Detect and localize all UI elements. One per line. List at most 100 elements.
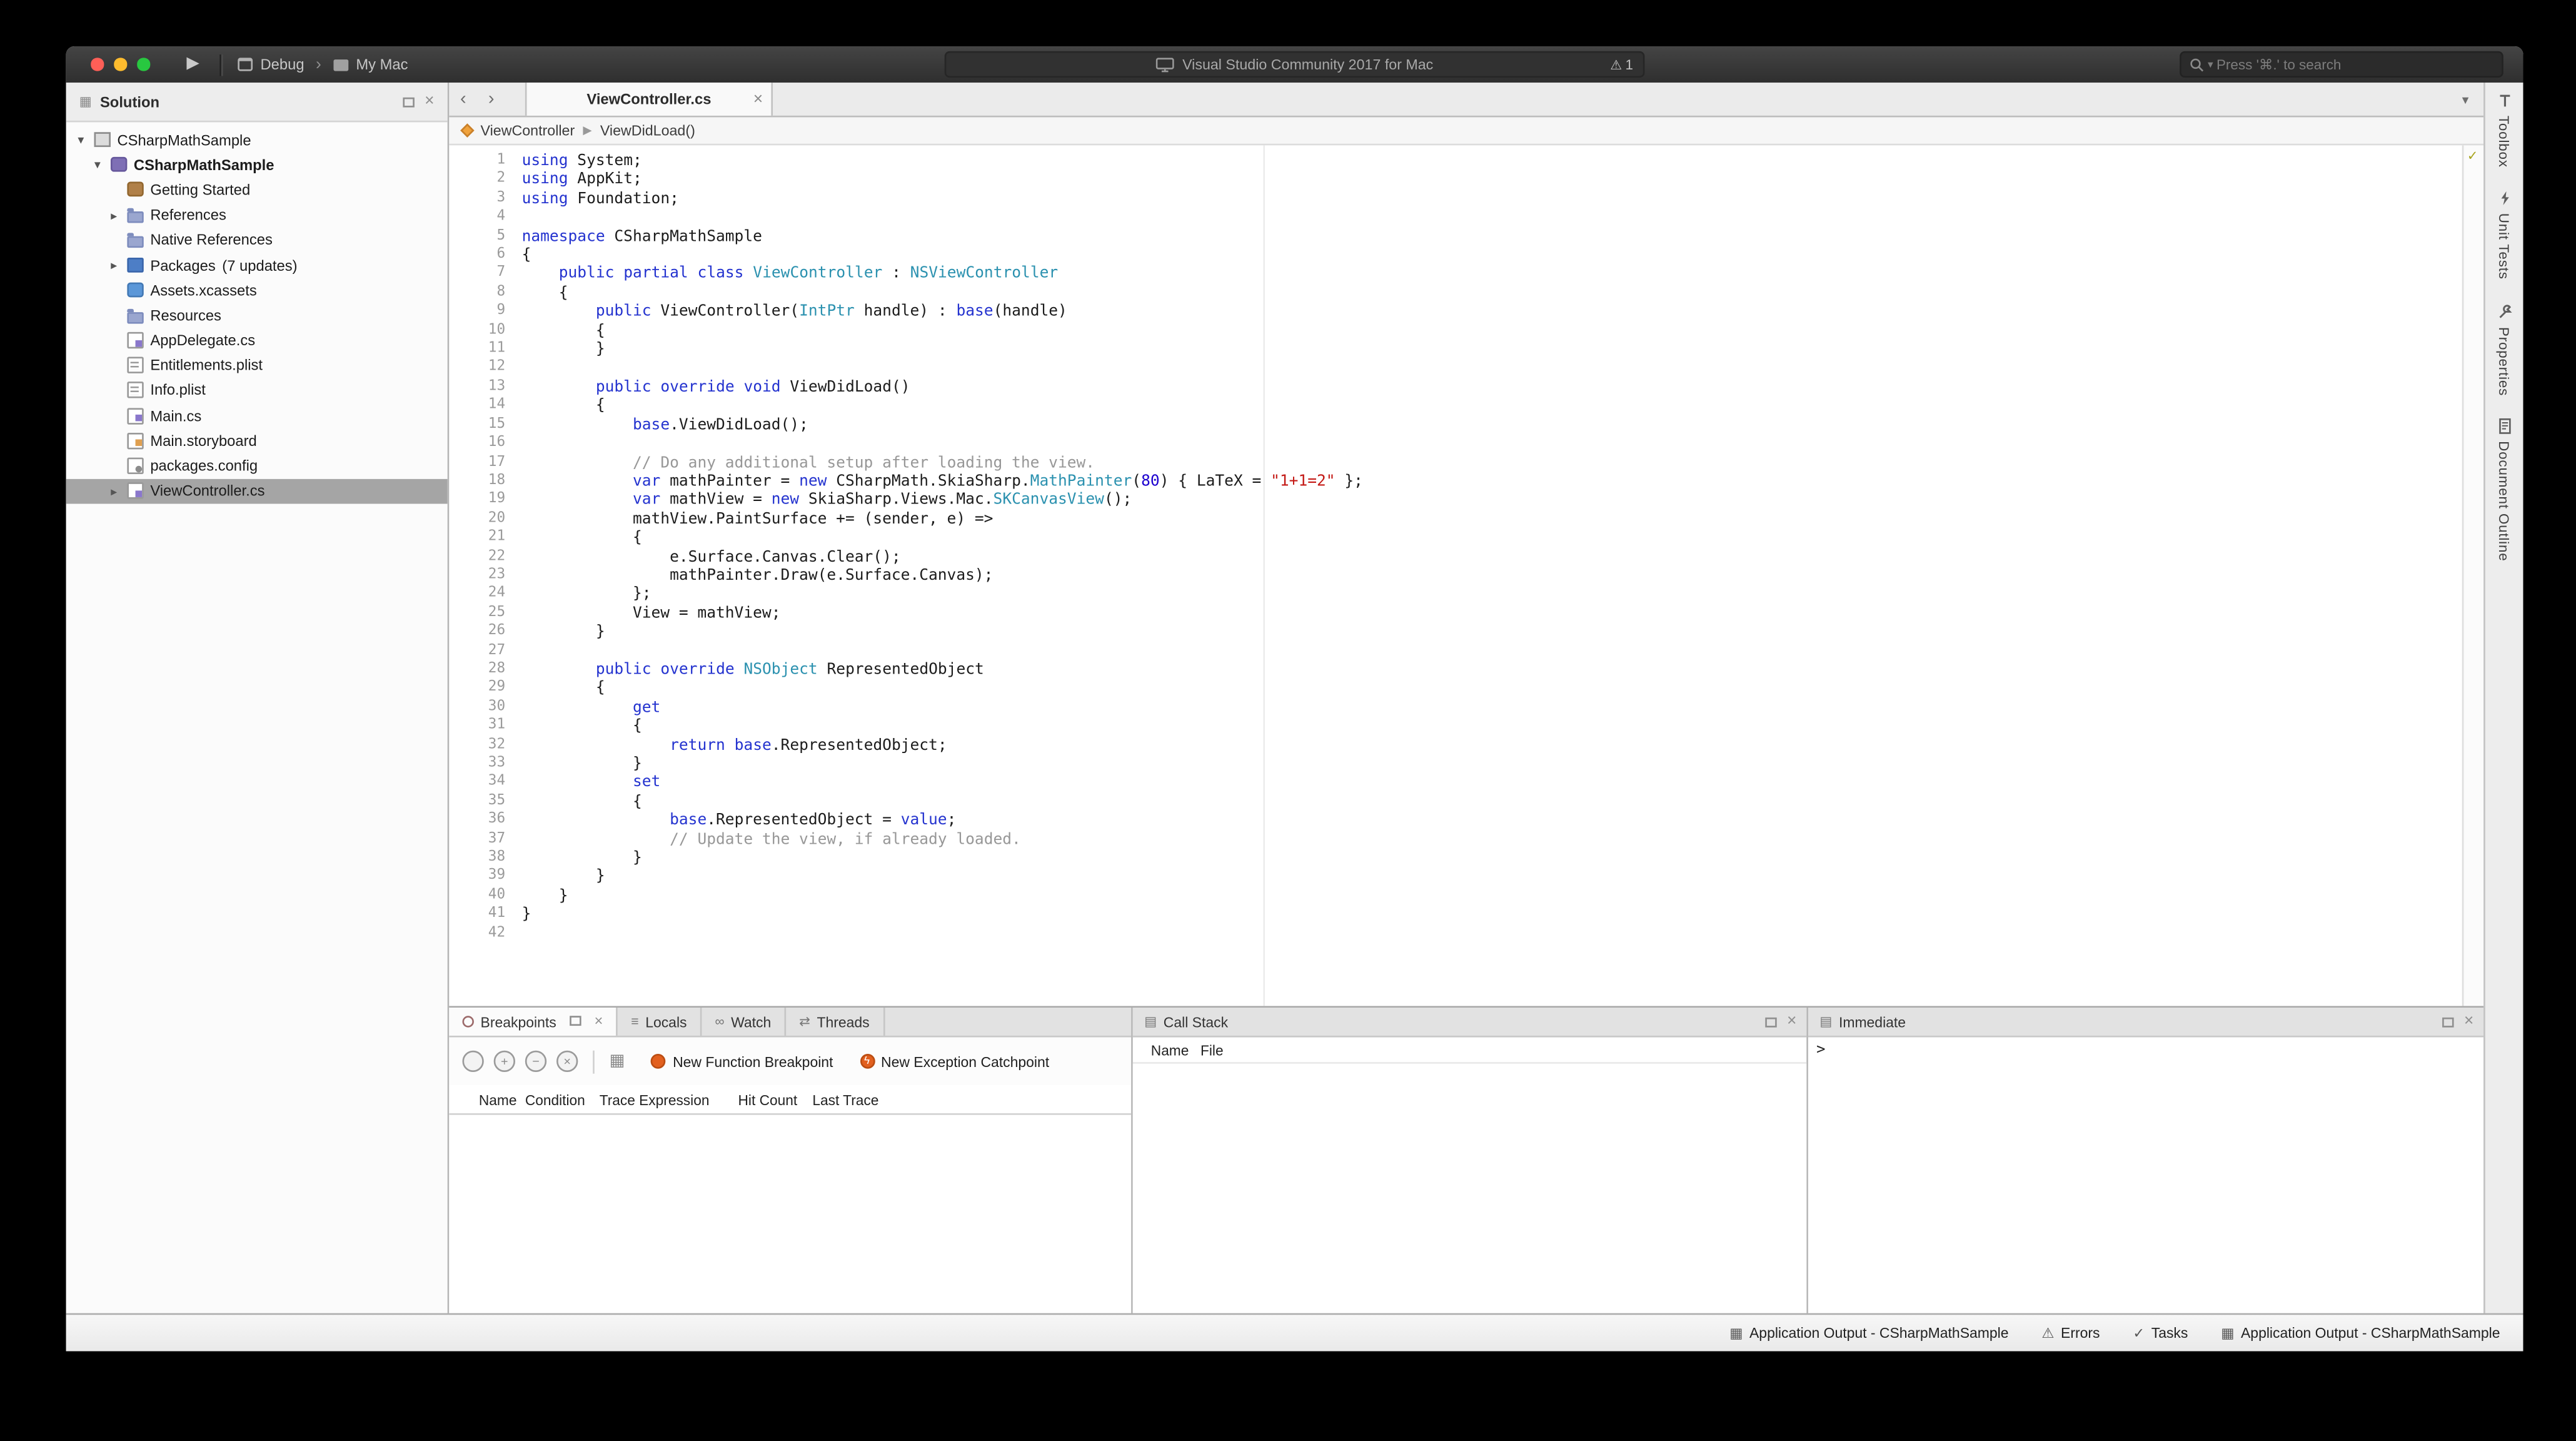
run-button[interactable]: ▶ xyxy=(186,56,199,73)
tab-toolbox[interactable]: Toolbox xyxy=(2496,93,2512,168)
column-header-last-trace[interactable]: Last Trace xyxy=(812,1091,911,1107)
chevron-down-icon[interactable]: ▾ xyxy=(74,133,88,148)
column-header-name[interactable]: Name xyxy=(479,1091,525,1107)
code-line[interactable]: 3using Foundation; xyxy=(449,190,2462,208)
code-line[interactable]: 16 xyxy=(449,435,2462,453)
tree-item-main-cs[interactable]: Main.cs xyxy=(66,403,448,428)
tab-document-outline[interactable]: Document Outline xyxy=(2496,418,2512,562)
tab-threads[interactable]: ⇄ Threads xyxy=(786,1008,884,1036)
code-line[interactable]: 6{ xyxy=(449,246,2462,265)
code-line[interactable]: 7 public partial class ViewController : … xyxy=(449,265,2462,284)
column-header-trace-expression[interactable]: Trace Expression xyxy=(600,1091,738,1107)
tab-locals[interactable]: ≡ Locals xyxy=(618,1008,702,1036)
code-line[interactable]: 25 View = mathView; xyxy=(449,604,2462,623)
breakpoint-list-icon[interactable]: ▦ xyxy=(610,1052,625,1070)
tree-item-csharpmathsample[interactable]: ▾CSharpMathSample xyxy=(66,127,448,152)
code-area[interactable]: 1using System;2using AppKit;3using Found… xyxy=(449,145,2462,1006)
column-header-condition[interactable]: Condition xyxy=(525,1091,600,1107)
close-pad-icon[interactable]: × xyxy=(2464,1013,2473,1029)
call-stack-list[interactable] xyxy=(1133,1064,1807,1313)
code-line[interactable]: 15 base.ViewDidLoad(); xyxy=(449,416,2462,435)
code-line[interactable]: 18 var mathPainter = new CSharpMath.Skia… xyxy=(449,472,2462,491)
code-line[interactable]: 14 { xyxy=(449,397,2462,416)
column-header-name[interactable]: Name xyxy=(1151,1041,1200,1058)
new-exception-catchpoint-button[interactable]: ϟ New Exception Catchpoint xyxy=(860,1053,1049,1069)
tree-item-appdelegate-cs[interactable]: AppDelegate.cs xyxy=(66,328,448,353)
code-line[interactable]: 13 public override void ViewDidLoad() xyxy=(449,378,2462,397)
editor-tab[interactable]: ViewController.cs × xyxy=(525,83,773,116)
code-line[interactable]: 4 xyxy=(449,208,2462,227)
code-line[interactable]: 2using AppKit; xyxy=(449,171,2462,190)
close-pad-icon[interactable]: × xyxy=(594,1014,603,1029)
code-line[interactable]: 28 public override NSObject RepresentedO… xyxy=(449,660,2462,679)
code-line[interactable]: 22 e.Surface.Canvas.Clear(); xyxy=(449,548,2462,567)
edit-breakpoint-button[interactable]: + xyxy=(494,1051,515,1072)
code-line[interactable]: 20 mathView.PaintSurface += (sender, e) … xyxy=(449,510,2462,528)
tree-item-main-storyboard[interactable]: Main.storyboard xyxy=(66,428,448,453)
new-function-breakpoint-button[interactable]: New Function Breakpoint xyxy=(652,1053,833,1069)
chevron-right-icon[interactable]: ▸ xyxy=(108,208,121,223)
remove-breakpoint-button[interactable]: × xyxy=(556,1051,578,1072)
breadcrumb-class[interactable]: ViewController xyxy=(481,122,575,138)
tree-item-assets-xcassets[interactable]: Assets.xcassets xyxy=(66,278,448,303)
disable-breakpoint-button[interactable]: − xyxy=(525,1051,546,1072)
application-output-csharpmathsample-status-item[interactable]: ▦Application Output - CSharpMathSample xyxy=(2221,1324,2500,1342)
code-line[interactable]: 17 // Do any additional setup after load… xyxy=(449,453,2462,472)
chevron-down-icon[interactable]: ▾ xyxy=(91,158,104,173)
code-line[interactable]: 37 // Update the view, if already loaded… xyxy=(449,830,2462,849)
breakpoints-list[interactable] xyxy=(449,1115,1131,1313)
code-line[interactable]: 24 }; xyxy=(449,585,2462,604)
column-header-hit-count[interactable]: Hit Count xyxy=(738,1091,813,1107)
dock-pad-icon[interactable] xyxy=(570,1016,581,1026)
tree-item-viewcontroller-cs[interactable]: ▸ViewController.cs xyxy=(66,478,448,503)
code-line[interactable]: 41} xyxy=(449,906,2462,924)
tree-item-references[interactable]: ▸References xyxy=(66,203,448,228)
code-line[interactable]: 27 xyxy=(449,642,2462,660)
editor-scrollbar[interactable]: ✓ xyxy=(2462,145,2483,1006)
code-line[interactable]: 5namespace CSharpMathSample xyxy=(449,227,2462,246)
tree-item-info-plist[interactable]: Info.plist xyxy=(66,378,448,403)
build-configuration-picker[interactable]: Debug › My Mac xyxy=(238,55,408,73)
code-line[interactable]: 19 var mathView = new SkiaSharp.Views.Ma… xyxy=(449,491,2462,510)
tree-item-entitlements-plist[interactable]: Entitlements.plist xyxy=(66,353,448,378)
tree-item-native-references[interactable]: Native References xyxy=(66,228,448,253)
search-input[interactable] xyxy=(2216,56,2493,73)
code-line[interactable]: 30 get xyxy=(449,699,2462,717)
navigate-forward-button[interactable]: › xyxy=(477,83,505,116)
code-line[interactable]: 39 } xyxy=(449,868,2462,887)
errors-status-item[interactable]: ⚠Errors xyxy=(2041,1324,2100,1342)
navigate-back-button[interactable]: ‹ xyxy=(449,83,477,116)
close-window-button[interactable] xyxy=(91,58,103,71)
code-line[interactable]: 40 } xyxy=(449,887,2462,906)
tasks-status-item[interactable]: ✓Tasks xyxy=(2133,1324,2188,1342)
new-breakpoint-button[interactable] xyxy=(462,1051,483,1072)
code-line[interactable]: 42 xyxy=(449,924,2462,943)
search-field[interactable]: ▾ xyxy=(2180,51,2503,78)
tab-list-dropdown-icon[interactable]: ▾ xyxy=(2447,83,2483,116)
code-line[interactable]: 23 mathPainter.Draw(e.Surface.Canvas); xyxy=(449,567,2462,585)
tree-item-packages[interactable]: ▸Packages (7 updates) xyxy=(66,253,448,278)
close-tab-icon[interactable]: × xyxy=(753,90,763,108)
code-line[interactable]: 10 { xyxy=(449,321,2462,340)
code-line[interactable]: 36 base.RepresentedObject = value; xyxy=(449,811,2462,830)
tree-item-packages-config[interactable]: packages.config xyxy=(66,453,448,478)
column-header-file[interactable]: File xyxy=(1200,1041,1267,1058)
code-line[interactable]: 32 return base.RepresentedObject; xyxy=(449,736,2462,755)
code-line[interactable]: 34 set xyxy=(449,774,2462,792)
code-line[interactable]: 11 } xyxy=(449,340,2462,359)
minimize-window-button[interactable] xyxy=(114,58,126,71)
tree-item-resources[interactable]: Resources xyxy=(66,303,448,328)
code-line[interactable]: 9 public ViewController(IntPtr handle) :… xyxy=(449,303,2462,321)
warnings-badge[interactable]: ⚠ 1 xyxy=(1610,56,1633,73)
code-line[interactable]: 12 xyxy=(449,359,2462,378)
chevron-right-icon[interactable]: ▸ xyxy=(108,258,121,273)
application-output-csharpmathsample-status-item[interactable]: ▦Application Output - CSharpMathSample xyxy=(1729,1324,2008,1342)
code-line[interactable]: 29 { xyxy=(449,679,2462,698)
breadcrumb-member[interactable]: ViewDidLoad() xyxy=(600,122,695,138)
code-line[interactable]: 33 } xyxy=(449,755,2462,774)
tree-item-getting-started[interactable]: Getting Started xyxy=(66,178,448,203)
code-line[interactable]: 31 { xyxy=(449,717,2462,736)
chevron-right-icon[interactable]: ▸ xyxy=(108,483,121,498)
dock-pad-icon[interactable] xyxy=(2442,1017,2453,1027)
dock-pad-icon[interactable] xyxy=(1766,1017,1777,1027)
